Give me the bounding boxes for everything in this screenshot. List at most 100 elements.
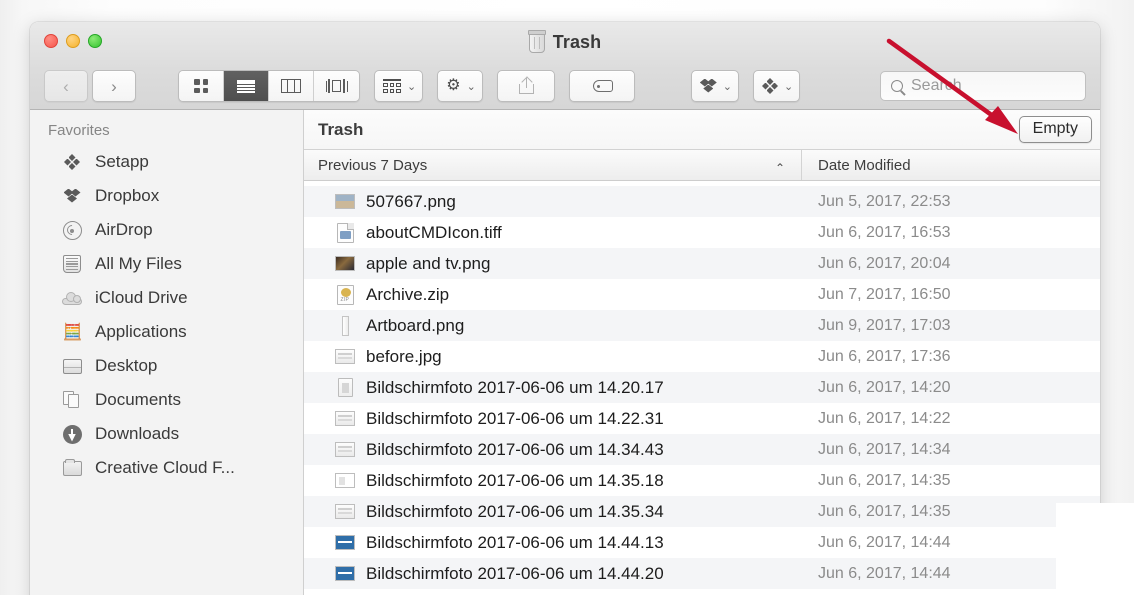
table-row[interactable]: Bildschirmfoto 2017-06-06 um 14.35.18 Ju…	[304, 465, 1100, 496]
table-row[interactable]: before.jpg Jun 6, 2017, 17:36	[304, 341, 1100, 372]
sidebar-item-airdrop[interactable]: AirDrop	[30, 213, 303, 247]
sidebar-item-applications[interactable]: 🧮 Applications	[30, 315, 303, 349]
table-row[interactable]: Bildschirmfoto 2017-06-06 um 14.20.17 Ju…	[304, 372, 1100, 403]
file-name: Bildschirmfoto 2017-06-06 um 14.22.31	[366, 408, 664, 428]
file-date: Jun 9, 2017, 17:03	[818, 316, 951, 334]
column-header-date-modified[interactable]: Date Modified	[802, 150, 1100, 180]
empty-button[interactable]: Empty	[1018, 116, 1092, 143]
chevron-down-icon: ⌄	[722, 80, 732, 93]
column-header-name-label: Previous 7 Days	[318, 156, 428, 174]
chevron-right-icon: ›	[111, 76, 117, 96]
narrow-image-icon	[334, 315, 356, 337]
file-name: Bildschirmfoto 2017-06-06 um 14.35.18	[366, 470, 664, 490]
table-row[interactable]: apple and tv.png Jun 6, 2017, 20:04	[304, 248, 1100, 279]
sidebar-item-label: Dropbox	[95, 186, 160, 205]
file-name: before.jpg	[366, 346, 442, 366]
navigation-buttons: ‹ ›	[44, 70, 136, 102]
file-date: Jun 6, 2017, 14:34	[818, 440, 951, 458]
table-row[interactable]: 507667.png Jun 5, 2017, 22:53	[304, 186, 1100, 217]
sidebar-item-dropbox[interactable]: Dropbox	[30, 179, 303, 213]
screenshot-icon	[334, 439, 356, 461]
icon-view-button[interactable]	[179, 71, 224, 101]
content-pane: Trash Empty Previous 7 Days ⌃ Date Modif…	[304, 110, 1100, 595]
forward-button[interactable]: ›	[92, 70, 136, 102]
screenshot-portrait-icon	[334, 377, 356, 399]
file-name: Artboard.png	[366, 315, 465, 335]
sidebar-item-documents[interactable]: Documents	[30, 383, 303, 417]
file-date: Jun 6, 2017, 14:22	[818, 409, 951, 427]
share-button[interactable]	[496, 70, 555, 102]
list-view-button[interactable]	[224, 71, 269, 101]
window-title-label: Trash	[552, 32, 602, 52]
table-row[interactable]: Bildschirmfoto 2017-06-06 um 14.34.43 Ju…	[304, 434, 1100, 465]
image-thumbnail-light-icon	[334, 346, 356, 368]
sidebar-section-favorites: Favorites	[48, 122, 110, 139]
file-name: Bildschirmfoto 2017-06-06 um 14.35.34	[366, 501, 664, 521]
table-row[interactable]: Bildschirmfoto 2017-06-06 um 14.44.20 Ju…	[304, 558, 1100, 589]
table-row[interactable]: Bildschirmfoto 2017-06-06 um 14.22.31 Ju…	[304, 403, 1100, 434]
table-row[interactable]: Artboard.png Jun 9, 2017, 17:03	[304, 310, 1100, 341]
file-name: Bildschirmfoto 2017-06-06 um 14.34.43	[366, 439, 664, 459]
column-header-name[interactable]: Previous 7 Days ⌃	[304, 150, 802, 180]
chevron-down-icon: ⌄	[784, 80, 794, 93]
action-button[interactable]: ⚙ ⌄	[437, 70, 483, 102]
file-date: Jun 6, 2017, 14:20	[818, 378, 951, 396]
sidebar-item-label: Applications	[95, 322, 187, 341]
sidebar-item-label: Setapp	[95, 152, 149, 171]
file-name: aboutCMDIcon.tiff	[366, 222, 502, 242]
file-list[interactable]: 507667.png Jun 5, 2017, 22:53 aboutCMDIc…	[304, 181, 1100, 595]
zip-archive-icon: ZIP	[334, 284, 356, 306]
list-icon	[237, 79, 255, 93]
sidebar-item-downloads[interactable]: Downloads	[30, 417, 303, 451]
coverflow-view-button[interactable]	[314, 71, 359, 101]
table-row[interactable]: ZIP Archive.zip Jun 7, 2017, 16:50	[304, 279, 1100, 310]
sidebar-item-icloud-drive[interactable]: iCloud Drive	[30, 281, 303, 315]
dropbox-button[interactable]: ⌄	[690, 70, 739, 102]
dropbox-icon	[699, 78, 717, 94]
sidebar-item-label: iCloud Drive	[95, 288, 188, 307]
back-button[interactable]: ‹	[44, 70, 88, 102]
view-mode-segmented-control	[178, 70, 360, 102]
toolbar: ‹ › ⌄ ⚙ ⌄ ⌄ ⌄ Search	[30, 62, 1100, 110]
applications-icon: 🧮	[62, 323, 83, 341]
sidebar: Favorites Setapp Dropbox AirDrop All My …	[30, 110, 304, 595]
table-row[interactable]: aboutCMDIcon.tiff Jun 6, 2017, 16:53	[304, 217, 1100, 248]
screenshot-icon	[334, 470, 356, 492]
file-name: Bildschirmfoto 2017-06-06 um 14.20.17	[366, 377, 664, 397]
file-date: Jun 5, 2017, 22:53	[818, 192, 951, 210]
sidebar-item-all-my-files[interactable]: All My Files	[30, 247, 303, 281]
sidebar-item-label: Creative Cloud F...	[95, 458, 235, 477]
column-header-date-label: Date Modified	[818, 156, 911, 174]
file-name: Archive.zip	[366, 284, 450, 304]
sidebar-item-label: Desktop	[95, 356, 158, 375]
airdrop-icon	[62, 220, 82, 240]
tag-button[interactable]	[568, 70, 635, 102]
column-header: Previous 7 Days ⌃ Date Modified	[304, 150, 1100, 181]
screenshot-icon	[334, 408, 356, 430]
column-view-button[interactable]	[269, 71, 314, 101]
all-my-files-icon	[62, 254, 82, 274]
chevron-left-icon: ‹	[63, 76, 69, 96]
arrange-button[interactable]: ⌄	[374, 70, 424, 102]
file-name: apple and tv.png	[366, 253, 491, 273]
sidebar-item-label: Documents	[95, 390, 181, 409]
sidebar-item-label: Downloads	[95, 424, 180, 443]
file-name: Bildschirmfoto 2017-06-06 um 14.44.20	[366, 563, 664, 583]
sidebar-item-desktop[interactable]: Desktop	[30, 349, 303, 383]
documents-icon	[62, 390, 82, 410]
search-placeholder: Search	[911, 77, 962, 94]
sidebar-item-setapp[interactable]: Setapp	[30, 145, 303, 179]
chevron-down-icon: ⌄	[407, 80, 417, 93]
file-date: Jun 6, 2017, 14:35	[818, 471, 951, 489]
file-date: Jun 6, 2017, 17:36	[818, 347, 951, 365]
trash-icon	[527, 29, 546, 53]
sidebar-item-creative-cloud-files[interactable]: Creative Cloud F...	[30, 451, 303, 485]
sidebar-item-label: AirDrop	[95, 220, 153, 239]
search-field[interactable]: Search	[880, 71, 1086, 101]
file-date: Jun 6, 2017, 16:53	[818, 223, 951, 241]
image-thumbnail-icon	[334, 191, 356, 213]
table-row[interactable]: Bildschirmfoto 2017-06-06 um 14.35.34 Ju…	[304, 496, 1100, 527]
file-name: 507667.png	[366, 191, 456, 211]
setapp-button[interactable]: ⌄	[753, 70, 801, 102]
table-row[interactable]: Bildschirmfoto 2017-06-06 um 14.44.13 Ju…	[304, 527, 1100, 558]
